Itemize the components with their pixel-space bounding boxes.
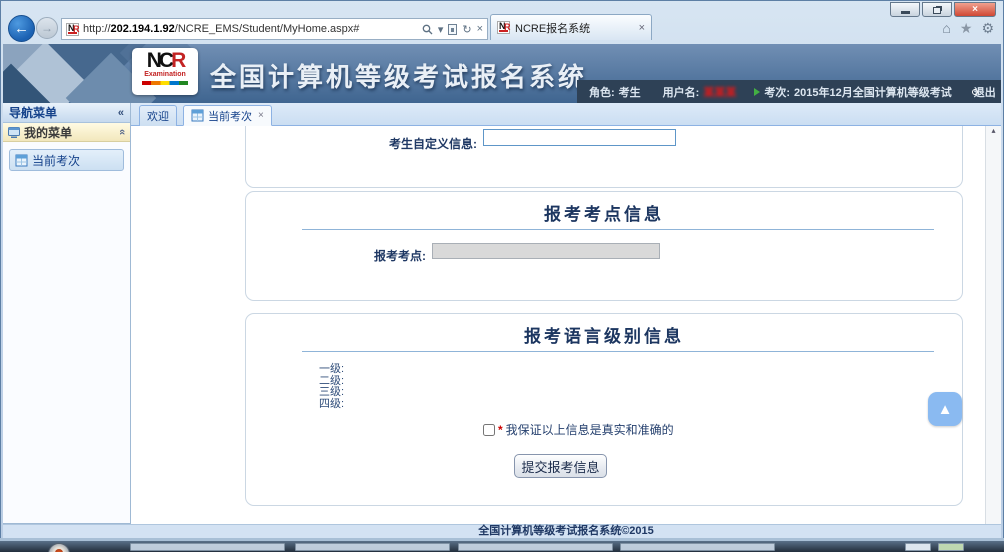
agreement-row: * 我保证以上信息是真实和准确的 <box>483 421 674 438</box>
level-1-label: 一级: <box>319 363 345 375</box>
url-field[interactable]: NR http://202.194.1.92/NCRE_EMS/Student/… <box>61 18 488 40</box>
section-exam-site: 报考考点信息 报考考点: <box>245 191 963 301</box>
sidebar-title: 导航菜单 <box>9 106 58 120</box>
ncre-logo: NCR Examination <box>132 48 198 95</box>
app-title: 全国计算机等级考试报名系统 <box>210 62 588 92</box>
taskbar-window-button[interactable] <box>295 543 450 551</box>
page-footer: 全国计算机等级考试报名系统©2015 <box>3 524 1001 538</box>
settings-gear-icon[interactable]: ⚙ <box>981 20 994 37</box>
custom-info-input[interactable] <box>483 129 676 146</box>
logo-subtitle: Examination <box>144 71 186 78</box>
sidebar-item-current-term[interactable]: 当前考次 <box>9 149 124 171</box>
back-icon: ← <box>14 20 29 37</box>
taskbar-window-button[interactable] <box>130 543 285 551</box>
navigation-sidebar: 导航菜单 « 我的菜单 « 当前考次 <box>3 103 131 524</box>
term-value: 2015年12月全国计算机等级考试 <box>794 86 952 99</box>
screen: × ← → NR http://202.194.1.92/NCRE_EMS/St… <box>0 0 1004 552</box>
level-3-label: 三级: <box>319 386 345 398</box>
language-level-section-title: 报考语言级别信息 <box>524 327 684 346</box>
sidebar-collapse-icon[interactable]: « <box>118 107 124 119</box>
exam-site-section-title: 报考考点信息 <box>544 205 664 224</box>
back-button[interactable]: ← <box>8 15 35 42</box>
compatibility-view-icon[interactable] <box>448 23 458 35</box>
required-mark: * <box>498 422 503 437</box>
sidebar-group-my-menu[interactable]: 我的菜单 « <box>3 123 130 142</box>
favorites-icon[interactable]: ★ <box>960 20 973 37</box>
submit-registration-button[interactable]: 提交报考信息 <box>514 454 607 478</box>
url-action-icons: ▾ ↻ × <box>422 23 483 36</box>
browser-tab[interactable]: NR NCRE报名系统 × <box>490 14 652 40</box>
role-value: 考生 <box>618 86 641 99</box>
content-scrollbar[interactable]: ▴ <box>985 126 1001 524</box>
footer-text: 全国计算机等级考试报名系统©2015 <box>478 525 654 537</box>
taskbar-window-button[interactable] <box>458 543 613 551</box>
forward-button[interactable]: → <box>36 17 58 39</box>
level-list: 一级: 二级: 三级: 四级: <box>319 363 345 410</box>
sidebar-group-label: 我的菜单 <box>24 125 73 140</box>
url-text: http://202.194.1.92/NCRE_EMS/Student/MyH… <box>83 23 360 35</box>
sidebar-item-label: 当前考次 <box>32 153 81 168</box>
scroll-to-top-icon: ▲ <box>937 400 953 418</box>
content-tabbar: 欢迎 当前考次 × <box>131 103 1001 126</box>
scroll-to-top-button[interactable]: ▲ <box>928 392 962 426</box>
term-arrow-icon <box>754 87 761 96</box>
address-bar-row: ← → NR http://202.194.1.92/NCRE_EMS/Stud… <box>6 14 998 44</box>
refresh-icon[interactable]: ↻ <box>462 23 471 36</box>
search-dropdown-icon[interactable]: ▾ <box>438 23 444 36</box>
menu-group-icon <box>8 126 20 138</box>
sidebar-header: 导航菜单 « <box>3 103 130 123</box>
home-icon[interactable]: ⌂ <box>942 20 950 37</box>
section-divider <box>302 229 934 230</box>
user-statusbar: 角色: 考生 用户名: 某某某 考次: 2015年12月全国计算机等级考试 退出 <box>577 80 1001 103</box>
level-4-label: 四级: <box>319 397 345 410</box>
tab-welcome[interactable]: 欢迎 <box>139 105 177 126</box>
browser-toolbar-icons: ⌂ ★ ⚙ <box>942 20 994 37</box>
exam-site-input <box>432 243 660 259</box>
tab-title: NCRE报名系统 <box>515 22 591 35</box>
taskbar-window-button[interactable] <box>620 543 775 551</box>
start-orb[interactable] <box>48 543 70 552</box>
role-label: 角色: <box>589 86 615 99</box>
forward-icon: → <box>41 21 53 35</box>
taskbar-tray-icon[interactable] <box>938 543 964 551</box>
username-value: 某某某 <box>703 86 737 99</box>
site-favicon: NR <box>66 22 80 36</box>
exam-site-label: 报考考点: <box>374 249 426 263</box>
search-icon[interactable] <box>422 24 433 35</box>
group-collapse-icon[interactable]: « <box>116 129 128 135</box>
logo-color-strip <box>142 81 188 85</box>
tab-welcome-label: 欢迎 <box>147 111 169 123</box>
agreement-label: 我保证以上信息是真实和准确的 <box>505 423 674 437</box>
taskbar-tray-icon[interactable] <box>905 543 931 551</box>
tab-current-term-label: 当前考次 <box>208 110 252 123</box>
os-taskbar <box>0 541 1004 552</box>
section-language-level: 报考语言级别信息 一级: 二级: 三级: 四级: * 我保证以上信息是真实和准确… <box>245 313 963 506</box>
tab-current-term-icon <box>191 109 204 122</box>
username-label: 用户名: <box>662 86 700 99</box>
custom-info-label: 考生自定义信息: <box>389 137 477 151</box>
term-label: 考次: <box>764 86 791 99</box>
tab-close-icon[interactable]: × <box>639 22 645 34</box>
close-icon: × <box>972 3 978 15</box>
agreement-checkbox[interactable] <box>483 423 495 436</box>
restore-icon <box>933 6 941 14</box>
main-content: 考生自定义信息: 报考考点信息 报考考点: 报考语言级别信息 一级: 二级: 三… <box>131 126 985 524</box>
current-term-icon <box>15 154 28 166</box>
section-divider <box>302 351 934 352</box>
scrollbar-up-icon[interactable]: ▴ <box>986 126 1001 136</box>
stop-icon[interactable]: × <box>477 23 483 35</box>
tab-favicon: NR <box>497 21 511 34</box>
tab-current-term[interactable]: 当前考次 × <box>183 105 272 126</box>
tab-current-close-icon[interactable]: × <box>258 110 264 121</box>
